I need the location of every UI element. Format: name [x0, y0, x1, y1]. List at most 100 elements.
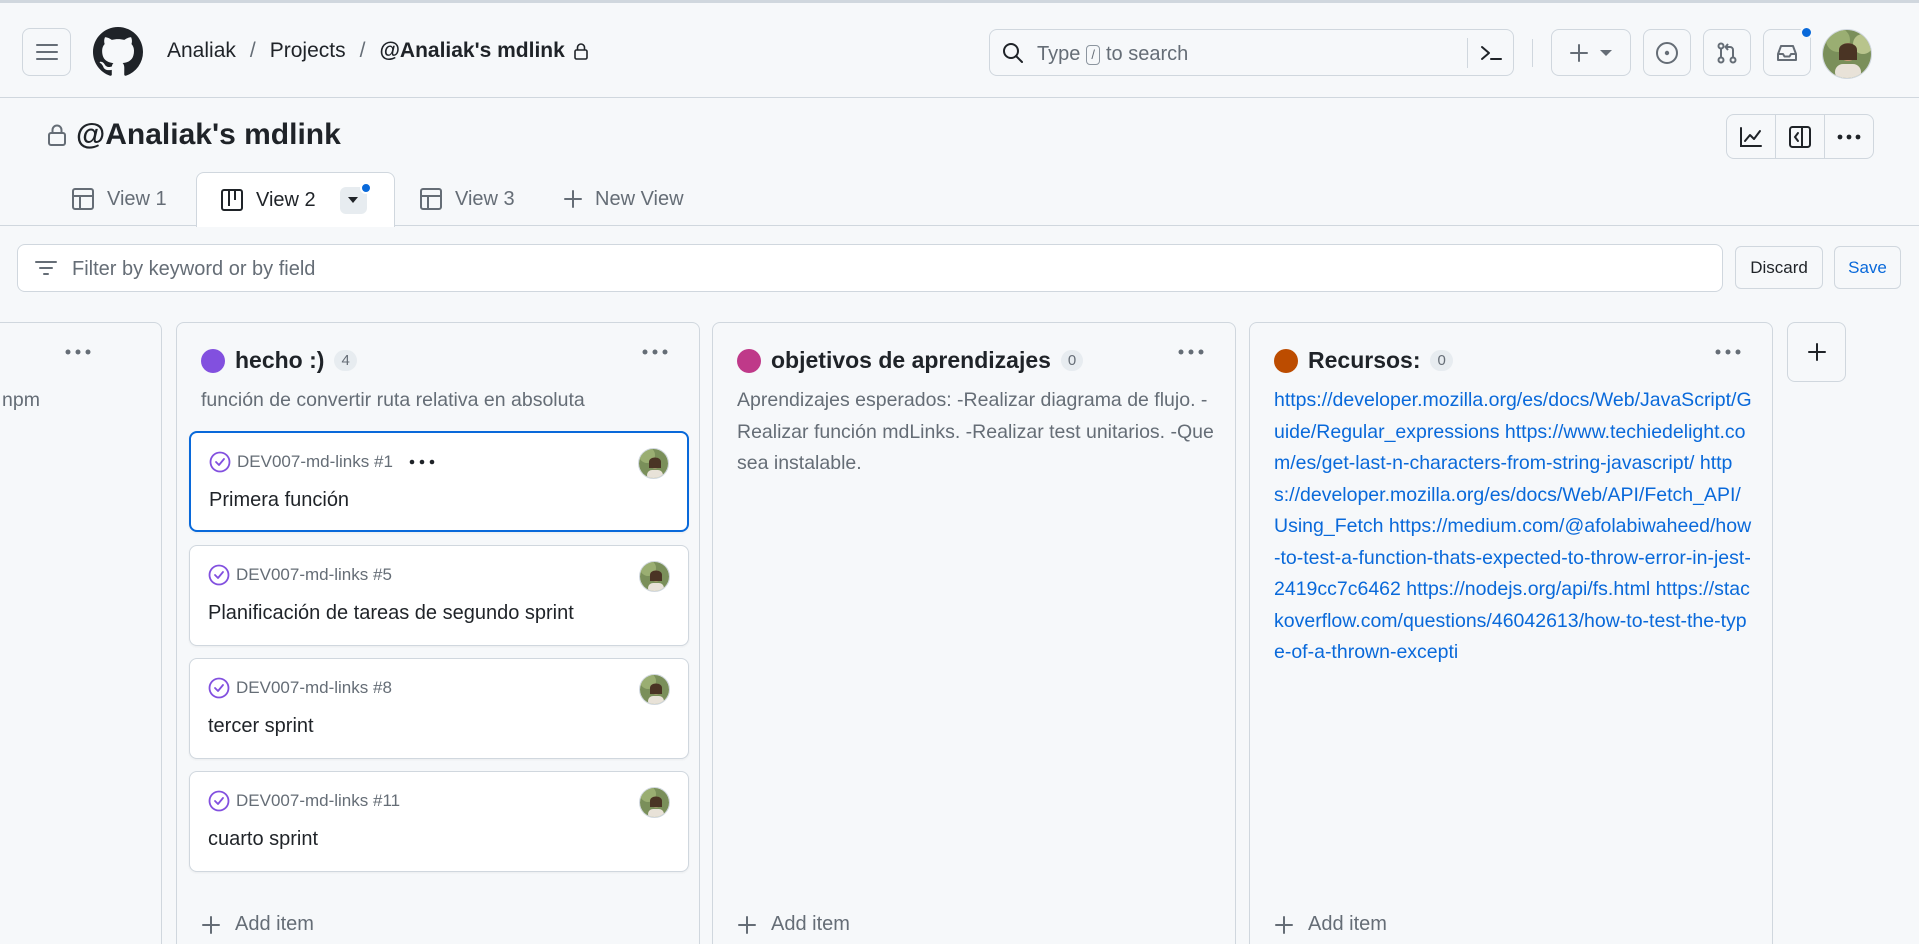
plus-icon	[202, 915, 220, 934]
github-logo-icon[interactable]	[93, 27, 143, 77]
plus-icon	[564, 190, 582, 208]
card-reference[interactable]: DEV007-md-links #5	[236, 565, 392, 585]
card-title[interactable]: Primera función	[209, 489, 349, 512]
tab-view-3[interactable]: View 3	[419, 172, 515, 226]
command-palette-icon[interactable]	[1479, 42, 1503, 64]
project-title: @Analiak's mdlink	[46, 118, 341, 152]
board-card[interactable]: DEV007-md-links #8 tercer sprint	[189, 658, 689, 759]
tab-label: View 2	[256, 188, 316, 211]
new-view-button[interactable]: New View	[563, 172, 684, 226]
column-description: Aprendizajes esperados: -Realizar diagra…	[737, 389, 1214, 474]
column-color-dot	[1274, 348, 1298, 373]
filter-input[interactable]: Filter by keyword or by field	[17, 244, 1723, 292]
column-menu-icon[interactable]	[1715, 349, 1741, 355]
side-panel-button[interactable]	[1776, 115, 1825, 158]
column-name: Recursos:	[1308, 347, 1421, 373]
assignee-avatar[interactable]	[639, 561, 670, 592]
board-column-objetivos: objetivos de aprendizajes 0 Aprendizajes…	[712, 322, 1236, 944]
board-column-recursos: Recursos: 0 https://developer.mozilla.or…	[1249, 322, 1773, 944]
pull-requests-button[interactable]	[1703, 29, 1751, 76]
board-icon	[221, 189, 243, 211]
lock-icon	[573, 42, 589, 60]
hamburger-menu-button[interactable]	[22, 28, 71, 76]
filter-placeholder: Filter by keyword or by field	[72, 258, 316, 280]
breadcrumb-owner[interactable]: Analiak	[167, 39, 236, 63]
save-button[interactable]: Save	[1834, 246, 1901, 289]
column-name: hecho :)	[235, 347, 325, 373]
column-count: 0	[1430, 350, 1453, 371]
project-menu-button[interactable]	[1825, 115, 1873, 158]
column-name: objetivos de aprendizajes	[771, 347, 1051, 373]
discard-button[interactable]: Discard	[1735, 246, 1823, 289]
filter-icon	[35, 261, 57, 275]
plus-icon	[1275, 915, 1293, 934]
column-menu-icon[interactable]	[1178, 349, 1204, 355]
column-header: Recursos: 0	[1274, 347, 1453, 374]
tab-label: New View	[595, 187, 684, 210]
side-panel-icon	[1789, 125, 1811, 148]
unsaved-indicator	[359, 181, 372, 194]
issue-closed-icon	[208, 564, 230, 586]
card-reference[interactable]: DEV007-md-links #11	[236, 791, 400, 811]
chevron-down-icon	[1600, 49, 1612, 56]
project-actions	[1726, 114, 1874, 159]
search-placeholder: Type / to search	[1037, 43, 1189, 65]
breadcrumb-projects[interactable]: Projects	[270, 39, 346, 63]
global-header: Analiak / Projects / @Analiak's mdlink T…	[0, 0, 1919, 98]
plus-icon	[1807, 343, 1826, 361]
column-description: función de convertir ruta relativa en ab…	[201, 389, 585, 411]
lock-icon	[48, 124, 66, 146]
column-menu-icon[interactable]	[65, 349, 91, 355]
issues-button[interactable]	[1643, 29, 1691, 76]
pull-request-icon	[1717, 42, 1737, 63]
assignee-avatar[interactable]	[639, 787, 670, 818]
add-item-button[interactable]: Add item	[1274, 913, 1387, 936]
user-avatar[interactable]	[1822, 29, 1872, 79]
create-new-button[interactable]	[1551, 29, 1631, 76]
card-title[interactable]: cuarto sprint	[208, 828, 318, 851]
card-title[interactable]: Planificación de tareas de segundo sprin…	[208, 602, 574, 625]
insights-button[interactable]	[1727, 115, 1776, 158]
column-description: npm	[2, 389, 40, 411]
resource-link[interactable]: https://nodejs.org/api/fs.html	[1406, 578, 1650, 600]
tab-view-2[interactable]: View 2	[196, 172, 395, 227]
add-item-button[interactable]: Add item	[201, 913, 314, 936]
column-color-dot	[201, 348, 225, 373]
search-input[interactable]: Type / to search	[989, 29, 1514, 76]
issue-icon	[1656, 41, 1678, 64]
board-card[interactable]: DEV007-md-links #11 cuarto sprint	[189, 771, 689, 872]
card-menu-icon[interactable]	[409, 459, 435, 465]
assignee-avatar[interactable]	[638, 448, 669, 479]
assignee-avatar[interactable]	[639, 674, 670, 705]
add-item-button[interactable]: Add item	[737, 913, 850, 936]
project-name: @Analiak's mdlink	[76, 118, 341, 151]
issue-closed-icon	[208, 677, 230, 699]
column-header: objetivos de aprendizajes 0	[737, 347, 1084, 374]
table-icon	[72, 188, 94, 210]
board-card[interactable]: DEV007-md-links #1 Primera función	[189, 431, 689, 532]
search-icon	[1003, 43, 1023, 63]
search-shortcut-key: /	[1086, 44, 1100, 65]
issue-closed-icon	[209, 451, 231, 473]
tab-view-1[interactable]: View 1	[71, 172, 167, 226]
column-menu-icon[interactable]	[642, 349, 668, 355]
issue-closed-icon	[208, 790, 230, 812]
chevron-down-icon	[348, 197, 359, 203]
add-column-button[interactable]	[1787, 322, 1846, 382]
view-options-button[interactable]	[339, 181, 372, 214]
breadcrumb-project[interactable]: @Analiak's mdlink	[379, 39, 564, 63]
card-reference[interactable]: DEV007-md-links #8	[236, 678, 392, 698]
board-column-hecho: hecho :) 4 función de convertir ruta rel…	[176, 322, 700, 944]
table-icon	[420, 188, 442, 210]
board-card[interactable]: DEV007-md-links #5 Planificación de tare…	[189, 545, 689, 646]
column-count: 4	[334, 350, 357, 371]
notification-indicator	[1800, 26, 1813, 39]
plus-icon	[738, 915, 756, 934]
card-title[interactable]: tercer sprint	[208, 715, 314, 738]
hamburger-icon	[35, 44, 58, 60]
tab-label: View 1	[107, 187, 167, 210]
card-reference[interactable]: DEV007-md-links #1	[237, 452, 393, 472]
inbox-icon	[1777, 44, 1797, 61]
kebab-icon	[1837, 134, 1861, 139]
graph-icon	[1740, 126, 1762, 147]
